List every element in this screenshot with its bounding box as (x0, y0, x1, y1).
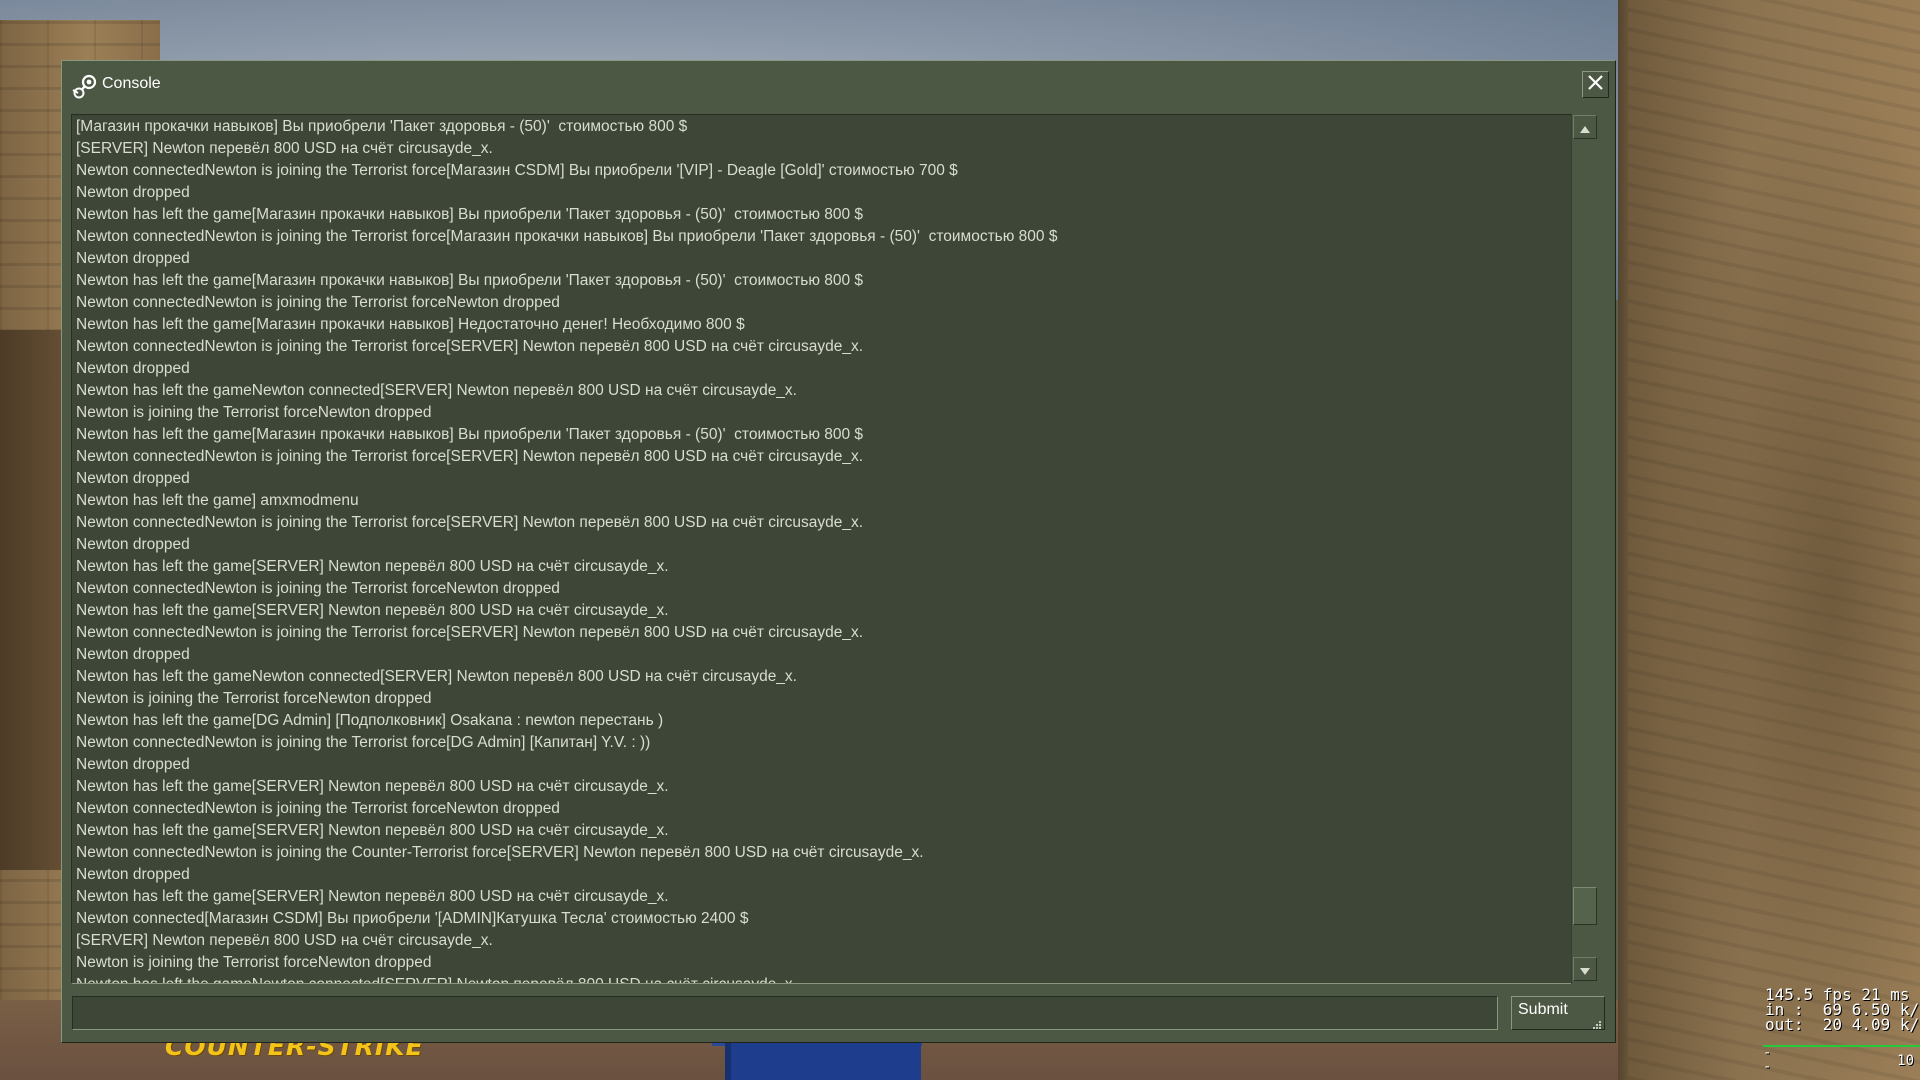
blue-crate (725, 1038, 921, 1080)
title-bar[interactable]: Console (62, 61, 1615, 111)
log-line: Newton dropped (76, 536, 190, 553)
log-line: Newton has left the game[Магазин прокачк… (76, 206, 864, 223)
log-line: Newton dropped (76, 866, 190, 883)
submit-label: Submit (1518, 1001, 1568, 1018)
log-line: Newton dropped (76, 470, 190, 487)
log-line: Newton has left the game[Магазин прокачк… (76, 426, 864, 443)
log-line: Newton connectedNewton is joining the Te… (76, 580, 560, 597)
log-line: [Магазин прокачки навыков] Вы приобрели … (76, 118, 688, 135)
log-line: Newton connectedNewton is joining the Te… (76, 514, 864, 531)
log-line: Newton has left the game[Магазин прокачк… (76, 272, 864, 289)
log-line: Newton connected[Магазин CSDM] Вы приобр… (76, 910, 749, 927)
log-line: [SERVER] Newton перевёл 800 USD на счёт … (76, 932, 493, 949)
log-line: Newton is joining the Terrorist forceNew… (76, 404, 432, 421)
log-line: Newton has left the game[SERVER] Newton … (76, 778, 669, 795)
log-line: [SERVER] Newton перевёл 800 USD на счёт … (76, 140, 493, 157)
log-line: Newton has left the game[DG Admin] [Подп… (76, 712, 664, 729)
netgraph-graph: - 10 - (1763, 1045, 1920, 1075)
log-line: Newton connectedNewton is joining the Te… (76, 624, 864, 641)
console-log[interactable]: [Магазин прокачки навыков] Вы приобрели … (71, 114, 1571, 984)
netgraph-line (1763, 1045, 1920, 1047)
out-readout: out: 20 4.09 k/s (1765, 1015, 1920, 1034)
log-line: Newton has left the game] amxmodmenu (76, 492, 359, 509)
right-wall (1628, 0, 1920, 1080)
log-line: Newton has left the game[Магазин прокачк… (76, 316, 745, 333)
close-x-icon (1587, 74, 1604, 95)
arrow-down-icon (1580, 960, 1590, 979)
log-line: Newton connectedNewton is joining the Te… (76, 294, 560, 311)
log-line: Newton dropped (76, 756, 190, 773)
log-line: Newton has left the game[SERVER] Newton … (76, 602, 669, 619)
netgraph-label-left-2: - (1763, 1059, 1772, 1075)
log-line: Newton connectedNewton is joining the Co… (76, 844, 924, 861)
log-line: Newton dropped (76, 646, 190, 663)
log-line: Newton dropped (76, 250, 190, 267)
log-line: Newton has left the game[SERVER] Newton … (76, 558, 669, 575)
submit-button[interactable]: Submit (1511, 996, 1605, 1030)
log-line: Newton dropped (76, 184, 190, 201)
window-title: Console (102, 75, 161, 92)
log-line: Newton connectedNewton is joining the Te… (76, 800, 560, 817)
resize-grip-icon[interactable] (1591, 1016, 1601, 1029)
log-line: Newton connectedNewton is joining the Te… (76, 734, 651, 751)
scroll-thumb[interactable] (1573, 887, 1597, 925)
log-scrollbar[interactable] (1571, 114, 1598, 984)
log-line: Newton connectedNewton is joining the Te… (76, 338, 864, 355)
log-lines: [Магазин прокачки навыков] Вы приобрели … (76, 116, 1567, 983)
log-line: Newton has left the game[SERVER] Newton … (76, 822, 669, 839)
console-window: Console [Магазин прокачки навыков] Вы пр… (61, 60, 1616, 1043)
steam-icon (72, 74, 98, 100)
scroll-down-button[interactable] (1573, 957, 1597, 981)
scroll-up-button[interactable] (1573, 115, 1597, 139)
log-line: Newton connectedNewton is joining the Te… (76, 448, 864, 465)
log-line: Newton has left the gameNewton connected… (76, 668, 797, 685)
netgraph-label-right: 10 (1897, 1053, 1914, 1069)
log-line: Newton has left the game[SERVER] Newton … (76, 888, 669, 905)
log-line: Newton has left the gameNewton connected… (76, 974, 1567, 983)
log-line: Newton connectedNewton is joining the Te… (76, 228, 1058, 245)
log-line: Newton has left the gameNewton connected… (76, 382, 797, 399)
arrow-up-icon (1580, 118, 1590, 137)
close-button[interactable] (1582, 71, 1609, 98)
netgraph-stats: 145.5 fps 21 ms 101in : 69 6.50 k/sout: … (1765, 987, 1920, 1034)
log-line: Newton is joining the Terrorist forceNew… (76, 954, 432, 971)
log-line: Newton dropped (76, 360, 190, 377)
log-line: Newton connectedNewton is joining the Te… (76, 162, 958, 179)
log-line: Newton is joining the Terrorist forceNew… (76, 690, 432, 707)
command-input[interactable] (72, 996, 1498, 1030)
